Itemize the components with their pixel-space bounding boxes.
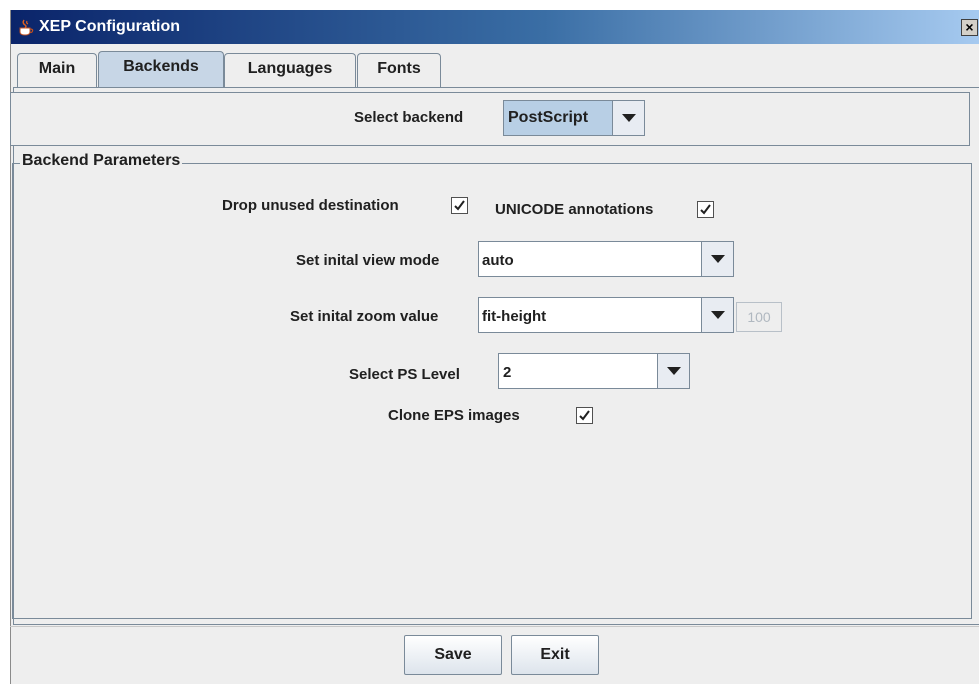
tab-backends[interactable]: Backends (98, 51, 224, 88)
backend-select-panel (10, 92, 970, 146)
checkmark-icon (454, 200, 465, 211)
view-mode-label: Set inital view mode (296, 252, 440, 269)
backend-parameters-legend: Backend Parameters (20, 152, 183, 170)
tab-label: Languages (247, 60, 333, 77)
checkmark-icon (579, 410, 590, 421)
java-cup-icon (19, 19, 34, 36)
zoom-value-label: Set inital zoom value (290, 308, 439, 325)
chevron-down-icon (657, 354, 689, 388)
select-backend-label: Select backend (354, 109, 464, 126)
tab-languages[interactable]: Languages (224, 53, 356, 87)
exit-button-label: Exit (540, 646, 570, 663)
tab-fonts[interactable]: Fonts (357, 53, 441, 87)
chevron-down-icon (701, 298, 733, 332)
unicode-annotations-checkbox[interactable] (697, 201, 714, 218)
checkmark-icon (700, 204, 711, 215)
zoom-percent-field: 100 (736, 302, 782, 332)
zoom-percent-value: 100 (747, 309, 771, 325)
clone-eps-checkbox[interactable] (576, 407, 593, 424)
ps-level-label: Select PS Level (349, 366, 460, 383)
save-button-label: Save (434, 646, 472, 663)
ps-level-value: 2 (503, 364, 512, 381)
ps-level-dropdown[interactable]: 2 (498, 353, 690, 389)
zoom-value-dropdown[interactable]: fit-height (478, 297, 734, 333)
chevron-down-icon (612, 101, 644, 135)
tab-main[interactable]: Main (17, 53, 97, 87)
backend-dropdown[interactable]: PostScript (503, 100, 645, 136)
drop-unused-label: Drop unused destination (222, 197, 399, 214)
backend-dropdown-value: PostScript (508, 109, 589, 126)
window-title: XEP Configuration (39, 18, 181, 35)
title-bar[interactable]: XEP Configuration × (11, 10, 979, 44)
unicode-annotations-label: UNICODE annotations (495, 201, 654, 218)
chevron-down-icon (701, 242, 733, 276)
exit-button[interactable]: Exit (511, 635, 599, 675)
tab-label: Fonts (377, 60, 421, 77)
save-button[interactable]: Save (404, 635, 502, 675)
tab-label: Backends (123, 58, 199, 75)
close-icon: × (965, 19, 974, 35)
zoom-value: fit-height (482, 308, 547, 325)
tab-label: Main (38, 60, 76, 77)
clone-eps-label: Clone EPS images (388, 407, 520, 424)
backend-parameters-group (12, 163, 972, 619)
close-button[interactable]: × (961, 19, 978, 36)
view-mode-value: auto (482, 252, 514, 269)
drop-unused-checkbox[interactable] (451, 197, 468, 214)
view-mode-dropdown[interactable]: auto (478, 241, 734, 277)
